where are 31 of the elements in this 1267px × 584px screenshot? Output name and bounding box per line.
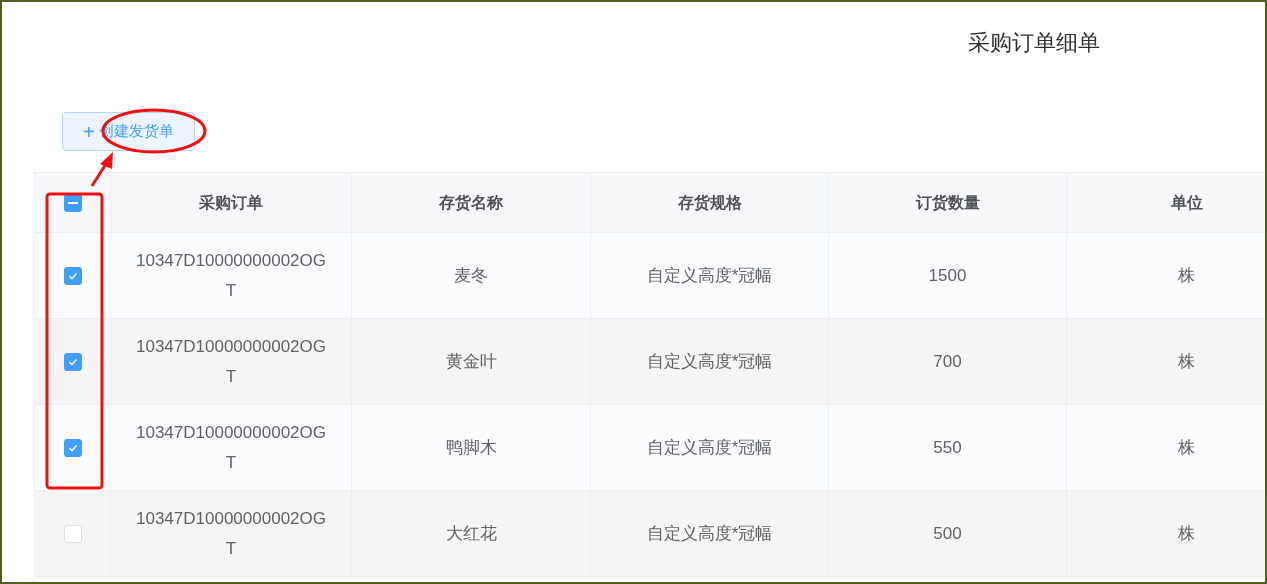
table-cell-text: 株	[1178, 522, 1195, 545]
table-cell-text: 自定义高度*冠幅	[646, 350, 773, 373]
table-cell-text: 550	[933, 436, 962, 459]
table-cell-text: 黄金叶	[445, 350, 497, 373]
table-cell-text: 自定义高度*冠幅	[646, 264, 773, 287]
checkbox[interactable]	[63, 438, 82, 457]
table-cell-text: 10347D10000000002OGT	[136, 335, 326, 388]
table-cell-text: 10347D10000000002OGT	[136, 421, 326, 474]
checkbox[interactable]	[63, 266, 82, 285]
table-cell-text: 株	[1178, 350, 1195, 373]
table-cell-text: 10347D10000000002OGT	[136, 507, 326, 560]
table-cell-text: 10347D10000000002OGT	[136, 249, 326, 302]
table-cell-text: 株	[1178, 264, 1195, 287]
table-cell-text: 1500	[928, 264, 967, 287]
column-header: 采购订单	[199, 192, 263, 213]
column-header: 存货名称	[439, 192, 503, 214]
checkbox[interactable]	[63, 352, 82, 371]
table-cell-text: 500	[933, 522, 962, 545]
table-cell-text: 700	[933, 350, 962, 373]
column-header: 订货数量	[915, 192, 980, 214]
table-cell-text: 大红花	[445, 522, 497, 545]
plus-icon: +	[83, 121, 95, 142]
table-cell-text: 麦冬	[454, 264, 488, 287]
table-cell-text: 鸭脚木	[445, 436, 497, 459]
column-header: 存货规格	[677, 192, 742, 214]
page-title: 采购订单细单	[968, 29, 1100, 57]
table-cell-text: 自定义高度*冠幅	[646, 436, 773, 459]
annotation-arrow	[90, 152, 113, 187]
table-cell-text: 株	[1178, 436, 1195, 459]
table-cell-text: 自定义高度*冠幅	[646, 522, 773, 545]
column-header: 单位	[1170, 192, 1203, 213]
